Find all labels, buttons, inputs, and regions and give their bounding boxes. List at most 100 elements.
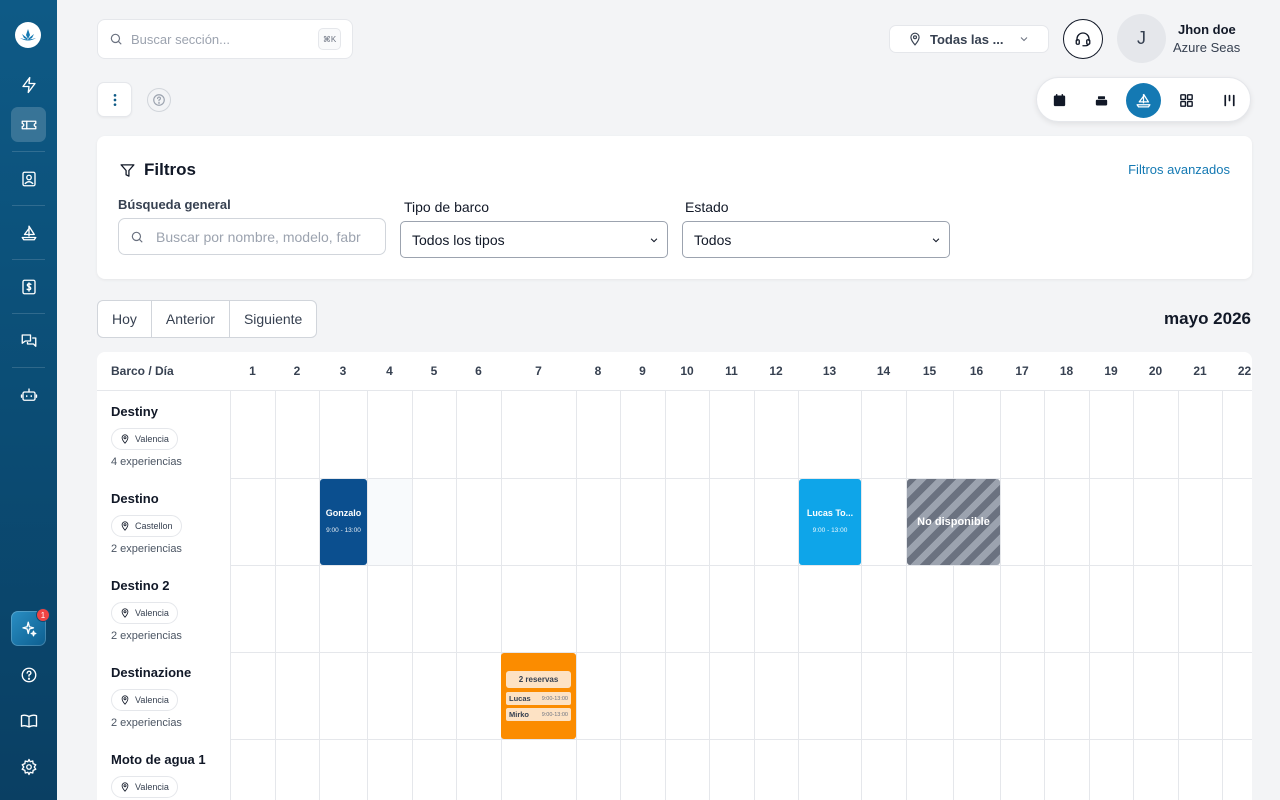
- sailboat-icon: [21, 225, 36, 240]
- general-search-input[interactable]: Buscar por nombre, modelo, fabr: [118, 218, 386, 255]
- map-pin-icon: [121, 782, 129, 792]
- grid-row-line: [230, 739, 1252, 740]
- sidebar-item-dashboard[interactable]: [11, 67, 46, 102]
- boat-row-destinazione[interactable]: Destinazione Valencia 2 experiencias: [111, 665, 191, 729]
- map-pin-icon: [121, 608, 129, 618]
- boat-type-label: Tipo de barco: [404, 199, 490, 215]
- day-header: 20: [1148, 364, 1163, 378]
- location-selector[interactable]: Todas las ...: [889, 25, 1049, 53]
- chevron-down-icon: [1020, 37, 1028, 42]
- view-kanban-button[interactable]: [1212, 83, 1247, 118]
- booking-lucas[interactable]: Lucas To... 9:00 - 13:00: [799, 479, 861, 565]
- boat-row-destino-2[interactable]: Destino 2 Valencia 2 experiencias: [111, 578, 182, 642]
- ticket-icon: [21, 120, 36, 129]
- boat-row-moto-de-agua-1[interactable]: Moto de agua 1 Valencia: [111, 752, 206, 798]
- search-icon: [110, 33, 122, 45]
- day-header: 6: [475, 364, 482, 378]
- view-list-button[interactable]: [1084, 83, 1119, 118]
- sidebar: 1: [0, 0, 57, 800]
- notification-badge: 1: [36, 608, 50, 622]
- day-header: 13: [822, 364, 837, 378]
- booking-item[interactable]: Lucas 9:00-13:00: [506, 692, 571, 705]
- day-header: 16: [969, 364, 984, 378]
- lotus-logo-icon: [20, 29, 36, 41]
- user-name: Jhon doe: [1178, 22, 1236, 37]
- booking-item[interactable]: Mirko 9:00-13:00: [506, 708, 571, 721]
- user-organization: Azure Seas: [1173, 40, 1241, 55]
- location-tag: Castellon: [111, 515, 182, 537]
- status-label: Estado: [685, 199, 729, 215]
- chevron-down-icon: [932, 237, 940, 242]
- question-icon: [153, 94, 165, 106]
- day-header: 11: [725, 364, 738, 378]
- section-search[interactable]: Buscar sección... ⌘K: [97, 19, 353, 59]
- boat-row-destiny[interactable]: Destiny Valencia 4 experiencias: [111, 404, 182, 468]
- location-tag: Valencia: [111, 428, 178, 450]
- map-pin-icon: [121, 521, 129, 531]
- sidebar-item-clients[interactable]: [11, 161, 46, 196]
- boat-calendar: Barco / Día 1 2 3 4 5 6 7 8 9 10 11 12 13 14 15 16 17 18 1…: [97, 352, 1252, 800]
- map-pin-icon: [910, 32, 920, 46]
- view-boats-button[interactable]: [1126, 83, 1161, 118]
- location-tag: Valencia: [111, 689, 178, 711]
- previous-button[interactable]: Anterior: [152, 301, 230, 337]
- sparkles-icon: [21, 621, 36, 636]
- location-tag: Valencia: [111, 602, 178, 624]
- help-button[interactable]: [147, 88, 171, 112]
- view-calendar-button[interactable]: [1042, 83, 1077, 118]
- bot-icon: [20, 387, 37, 401]
- day-header: 9: [639, 364, 646, 378]
- day-header: 5: [430, 364, 438, 378]
- map-pin-icon: [121, 434, 129, 444]
- highlight-cell: [368, 479, 412, 565]
- sidebar-item-help[interactable]: [11, 657, 46, 692]
- boat-day-header: Barco / Día: [111, 364, 174, 378]
- search-icon: [131, 231, 143, 243]
- advanced-filters-link[interactable]: Filtros avanzados: [1128, 162, 1230, 177]
- day-header: 22: [1237, 364, 1252, 378]
- boat-type-select[interactable]: Todos los tipos: [400, 221, 668, 258]
- day-header: 8: [594, 364, 602, 378]
- chevron-down-icon: [650, 237, 658, 242]
- today-button[interactable]: Hoy: [98, 301, 152, 337]
- bookings-count: 2 reservas: [506, 671, 571, 688]
- multi-booking-block[interactable]: 2 reservas Lucas 9:00-13:00 Mirko 9:00-13:…: [501, 653, 576, 739]
- grid-row-line: [230, 652, 1252, 653]
- filters-panel: Filtros Filtros avanzados Búsqueda gener…: [97, 136, 1252, 279]
- day-header: 14: [876, 364, 891, 378]
- search-input[interactable]: Buscar sección...: [131, 32, 230, 47]
- filter-icon: [120, 163, 135, 177]
- gear-icon: [21, 758, 36, 775]
- grid-row-line: [230, 565, 1252, 566]
- sidebar-item-payments[interactable]: [11, 269, 46, 304]
- month-title: mayo 2026: [1164, 309, 1251, 328]
- day-header: 4: [386, 364, 393, 378]
- columns-icon: [1224, 94, 1235, 107]
- sidebar-item-bookings[interactable]: [11, 107, 46, 142]
- calendar-icon: [1053, 94, 1066, 107]
- filters-title: Filtros: [119, 160, 196, 180]
- day-header: 19: [1104, 364, 1118, 378]
- help-circle-icon: [21, 667, 36, 682]
- sidebar-item-integrations[interactable]: [11, 377, 46, 412]
- support-button[interactable]: [1063, 19, 1103, 59]
- general-search-label: Búsqueda general: [118, 197, 231, 212]
- sidebar-item-boats[interactable]: [11, 215, 46, 250]
- view-switcher: [1036, 77, 1251, 122]
- unavailable-block[interactable]: No disponible: [907, 479, 1000, 565]
- boat-row-destino[interactable]: Destino Castellon 2 experiencias: [111, 491, 182, 555]
- day-header: 2: [293, 364, 301, 378]
- more-options-button[interactable]: [97, 82, 132, 117]
- logo[interactable]: [15, 22, 41, 48]
- sidebar-item-settings[interactable]: [11, 749, 46, 784]
- avatar[interactable]: J: [1117, 14, 1166, 63]
- sidebar-item-docs[interactable]: [11, 703, 46, 738]
- view-grid-button[interactable]: [1169, 83, 1204, 118]
- status-select[interactable]: Todos: [682, 221, 950, 258]
- sidebar-item-messages[interactable]: [11, 323, 46, 358]
- next-button[interactable]: Siguiente: [230, 301, 316, 337]
- booking-gonzalo[interactable]: Gonzalo 9:00 - 13:00: [320, 479, 367, 565]
- headset-icon: [1075, 32, 1091, 47]
- sailboat-icon: [1136, 93, 1151, 108]
- grid-icon: [1180, 94, 1193, 107]
